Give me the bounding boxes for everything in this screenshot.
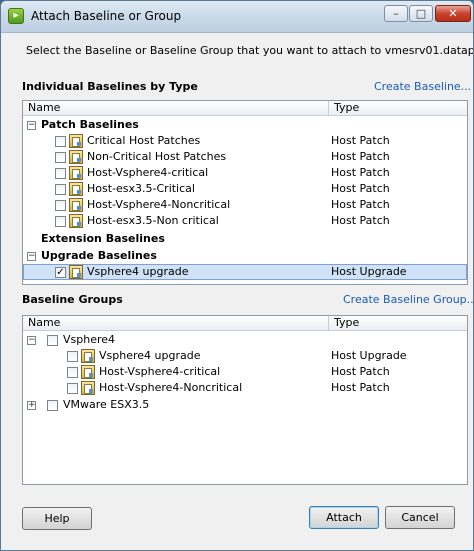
baseline-name: Non-Critical Host Patches: [87, 150, 227, 163]
column-header-type[interactable]: Type: [329, 101, 467, 116]
group-checkbox[interactable]: [47, 400, 58, 411]
create-baseline-group-link[interactable]: Create Baseline Group...: [343, 293, 473, 306]
baseline-icon: [81, 365, 95, 379]
baseline-name: Host-esx3.5-Non critical: [87, 214, 219, 227]
minimize-button[interactable]: –: [384, 5, 408, 22]
baseline-name: Vsphere4 upgrade: [99, 349, 201, 362]
baseline-name: Host-Vsphere4-critical: [99, 365, 221, 378]
baseline-icon: [69, 134, 83, 148]
attach-baseline-dialog: ▸ Attach Baseline or Group – □ ✕ Select …: [0, 0, 474, 551]
column-header-name[interactable]: Name: [23, 316, 329, 331]
baseline-checkbox[interactable]: [55, 152, 66, 163]
group-name: VMware ESX3.5: [63, 398, 150, 411]
baseline-icon: [69, 198, 83, 212]
baseline-checkbox-checked[interactable]: ✓: [55, 267, 66, 278]
group-label: Upgrade Baselines: [41, 249, 157, 262]
baseline-icon: [69, 166, 83, 180]
baseline-type: Host Patch: [331, 365, 390, 378]
baseline-groups-tree[interactable]: Name Type − Vsphere4 Vsphere4 upgrade Ho…: [22, 315, 468, 485]
baseline-type: Host Upgrade: [331, 265, 407, 278]
baseline-name: Host-Vsphere4-Noncritical: [99, 381, 243, 394]
baseline-row[interactable]: Non-Critical Host Patches Host Patch: [23, 149, 467, 165]
baseline-icon: [69, 265, 83, 279]
group-row-patch-baselines[interactable]: − Patch Baselines: [23, 117, 467, 133]
baseline-name: Host-Vsphere4-Noncritical: [87, 198, 231, 211]
column-header-name[interactable]: Name: [23, 101, 329, 116]
vsphere-app-icon: ▸: [8, 8, 24, 24]
baseline-icon: [81, 349, 95, 363]
baseline-checkbox[interactable]: [55, 216, 66, 227]
maximize-button[interactable]: □: [409, 5, 433, 22]
group-row-upgrade-baselines[interactable]: − Upgrade Baselines: [23, 248, 467, 264]
baseline-checkbox[interactable]: [67, 367, 78, 378]
baseline-name: Host-esx3.5-Critical: [87, 182, 195, 195]
create-baseline-link[interactable]: Create Baseline...: [374, 80, 471, 93]
cancel-button[interactable]: Cancel: [385, 506, 455, 529]
baseline-checkbox[interactable]: [55, 168, 66, 179]
individual-baselines-heading: Individual Baselines by Type: [22, 80, 198, 93]
window-title: Attach Baseline or Group: [31, 9, 182, 23]
help-button[interactable]: Help: [22, 507, 92, 530]
baseline-type: Host Patch: [331, 214, 390, 227]
baseline-type: Host Upgrade: [331, 349, 407, 362]
baseline-type: Host Patch: [331, 381, 390, 394]
baseline-icon: [69, 214, 83, 228]
baseline-row[interactable]: Critical Host Patches Host Patch: [23, 133, 467, 149]
baseline-checkbox[interactable]: [67, 383, 78, 394]
group-baseline-row[interactable]: Host-Vsphere4-Noncritical Host Patch: [23, 380, 467, 396]
baseline-type: Host Patch: [331, 134, 390, 147]
group-checkbox[interactable]: [47, 335, 58, 346]
group-row-vsphere4[interactable]: − Vsphere4: [23, 332, 467, 348]
group-baseline-row[interactable]: Vsphere4 upgrade Host Upgrade: [23, 348, 467, 364]
baseline-checkbox[interactable]: [55, 200, 66, 211]
baseline-name: Vsphere4 upgrade: [87, 265, 189, 278]
column-header-type[interactable]: Type: [329, 316, 467, 331]
baseline-icon: [69, 182, 83, 196]
collapse-icon[interactable]: −: [27, 336, 36, 345]
collapse-icon[interactable]: −: [27, 121, 36, 130]
baseline-type: Host Patch: [331, 150, 390, 163]
baseline-row[interactable]: Host-Vsphere4-Noncritical Host Patch: [23, 197, 467, 213]
baseline-name: Host-Vsphere4-critical: [87, 166, 209, 179]
group-row-vmware-esx35[interactable]: + VMware ESX3.5: [23, 397, 467, 413]
title-bar[interactable]: ▸ Attach Baseline or Group – □ ✕: [1, 1, 473, 33]
baseline-checkbox[interactable]: [67, 351, 78, 362]
expand-icon[interactable]: +: [27, 401, 36, 410]
group-name: Vsphere4: [63, 333, 116, 346]
individual-baselines-tree[interactable]: Name Type − Patch Baselines Critical Hos…: [22, 100, 468, 285]
instruction-text: Select the Baseline or Baseline Group th…: [26, 44, 474, 57]
baseline-row-selected[interactable]: ✓ Vsphere4 upgrade Host Upgrade: [23, 264, 467, 280]
baseline-checkbox[interactable]: [55, 136, 66, 147]
close-button[interactable]: ✕: [435, 5, 471, 22]
baseline-row[interactable]: Host-esx3.5-Non critical Host Patch: [23, 213, 467, 229]
collapse-icon[interactable]: −: [27, 252, 36, 261]
baseline-type: Host Patch: [331, 182, 390, 195]
baseline-icon: [81, 381, 95, 395]
baseline-checkbox[interactable]: [55, 184, 66, 195]
baseline-row[interactable]: Host-Vsphere4-critical Host Patch: [23, 165, 467, 181]
baseline-groups-heading: Baseline Groups: [22, 293, 123, 306]
baseline-icon: [69, 150, 83, 164]
group-baseline-row[interactable]: Host-Vsphere4-critical Host Patch: [23, 364, 467, 380]
attach-button[interactable]: Attach: [309, 506, 379, 529]
baseline-type: Host Patch: [331, 166, 390, 179]
baseline-type: Host Patch: [331, 198, 390, 211]
group-label: Patch Baselines: [41, 118, 139, 131]
baseline-row[interactable]: Host-esx3.5-Critical Host Patch: [23, 181, 467, 197]
baseline-name: Critical Host Patches: [87, 134, 201, 147]
group-row-extension-baselines[interactable]: Extension Baselines: [23, 231, 467, 247]
group-label: Extension Baselines: [41, 232, 165, 245]
